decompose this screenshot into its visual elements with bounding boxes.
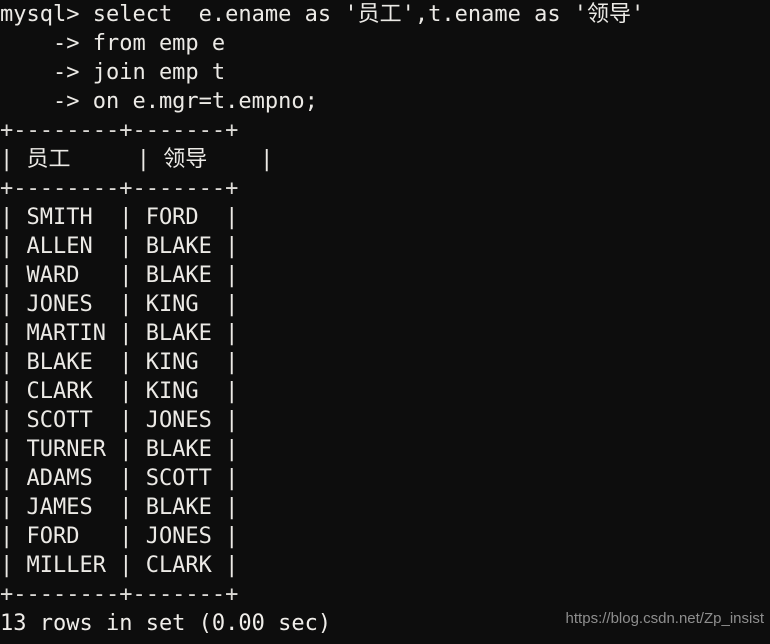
query-line-4: -> on e.mgr=t.empno; bbox=[0, 89, 318, 114]
table-row: | JAMES | BLAKE | bbox=[0, 495, 239, 520]
table-top-border: +--------+-------+ bbox=[0, 118, 239, 143]
watermark-url: https://blog.csdn.net/Zp_insist bbox=[565, 610, 764, 627]
terminal-screen: mysql> select e.ename as '员工',t.ename as… bbox=[0, 0, 644, 638]
table-row: | ALLEN | BLAKE | bbox=[0, 234, 239, 259]
table-row: | ADAMS | SCOTT | bbox=[0, 466, 239, 491]
table-row: | MILLER | CLARK | bbox=[0, 553, 239, 578]
table-row: | CLARK | KING | bbox=[0, 379, 239, 404]
table-row: | WARD | BLAKE | bbox=[0, 263, 239, 288]
table-row: | MARTIN | BLAKE | bbox=[0, 321, 239, 346]
table-row: | BLAKE | KING | bbox=[0, 350, 239, 375]
query-line-1: mysql> select e.ename as '员工',t.ename as… bbox=[0, 2, 645, 27]
table-row: | SCOTT | JONES | bbox=[0, 408, 239, 433]
status-line: 13 rows in set (0.00 sec) bbox=[0, 611, 332, 636]
table-bottom-border: +--------+-------+ bbox=[0, 582, 239, 607]
table-row: | FORD | JONES | bbox=[0, 524, 239, 549]
table-row: | TURNER | BLAKE | bbox=[0, 437, 239, 462]
terminal-window[interactable]: mysql> select e.ename as '员工',t.ename as… bbox=[0, 0, 770, 644]
table-row: | JONES | KING | bbox=[0, 292, 239, 317]
table-header-row: | 员工 | 领导 | bbox=[0, 147, 274, 172]
query-line-2: -> from emp e bbox=[0, 31, 226, 56]
table-row: | SMITH | FORD | bbox=[0, 205, 239, 230]
table-header-border: +--------+-------+ bbox=[0, 176, 239, 201]
query-line-3: -> join emp t bbox=[0, 60, 226, 85]
